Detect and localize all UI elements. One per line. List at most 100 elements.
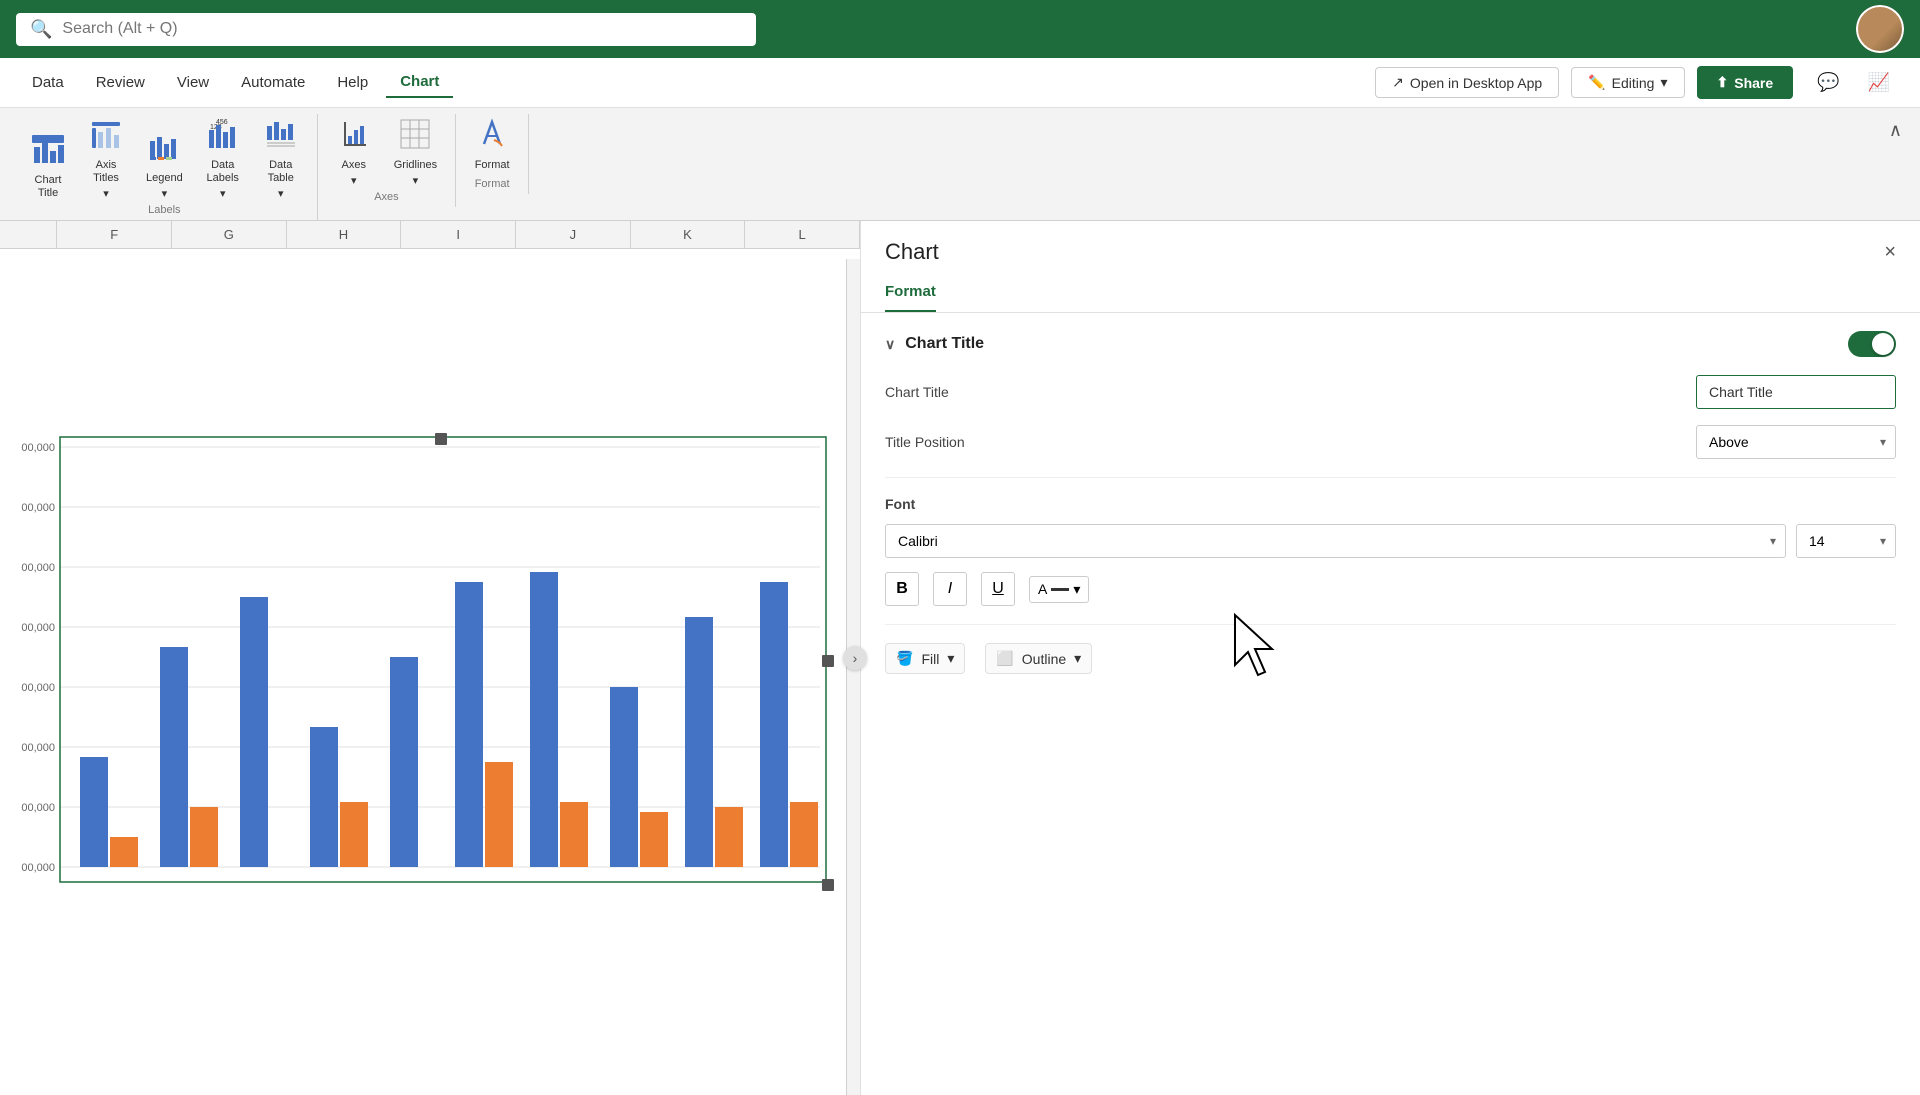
spreadsheet-area: F G H I J K L 00,000 00,000 — [0, 221, 1920, 1095]
share-button[interactable]: ⬆ Share — [1697, 66, 1794, 99]
open-desktop-icon: ↗ — [1392, 74, 1404, 91]
font-color-swatch — [1051, 588, 1069, 591]
data-labels-button[interactable]: 123 456 DataLabels ▾ — [197, 114, 249, 204]
search-icon: 🔍 — [30, 19, 52, 40]
font-size-select[interactable]: 10 11 12 14 16 18 — [1796, 524, 1896, 558]
format-button[interactable]: Format — [466, 114, 518, 176]
menu-item-data[interactable]: Data — [18, 68, 78, 97]
axis-titles-icon — [88, 118, 124, 157]
svg-text:00,000: 00,000 — [21, 802, 55, 814]
chart-title-button[interactable]: ChartTitle — [22, 129, 74, 204]
axes-group-label: Axes — [328, 191, 445, 207]
font-format-row: B I U A ▾ — [885, 572, 1896, 606]
open-desktop-button[interactable]: ↗ Open in Desktop App — [1375, 67, 1559, 98]
fill-row: 🪣 Fill ▾ ⬜ Outline ▾ — [885, 643, 1896, 674]
chart-title-field-label: Chart Title — [885, 384, 949, 400]
col-header-f[interactable]: F — [57, 221, 172, 248]
data-table-label: DataTable — [268, 159, 294, 185]
menu-item-view[interactable]: View — [163, 68, 223, 97]
gridlines-dropdown-icon: ▾ — [413, 174, 419, 187]
fill-chevron-icon: ▾ — [947, 650, 954, 667]
panel-title: Chart — [885, 239, 939, 265]
svg-text:00,000: 00,000 — [21, 862, 55, 874]
chart-scrollbar[interactable] — [846, 259, 860, 1095]
col-header-j[interactable]: J — [516, 221, 631, 248]
axis-titles-dropdown-icon: ▾ — [103, 187, 109, 200]
col-header-k[interactable]: K — [631, 221, 746, 248]
svg-text:00,000: 00,000 — [21, 742, 55, 754]
editing-button[interactable]: ✏️ Editing ▾ — [1571, 67, 1684, 98]
font-size-wrapper: 10 11 12 14 16 18 ▾ — [1796, 524, 1896, 558]
axes-button[interactable]: Axes ▾ — [328, 114, 380, 191]
legend-dropdown-icon: ▾ — [162, 187, 168, 200]
legend-button[interactable]: Legend ▾ — [138, 127, 191, 204]
menu-item-review[interactable]: Review — [82, 68, 159, 97]
data-labels-icon: 123 456 — [205, 118, 241, 157]
section-divider-1 — [885, 477, 1896, 478]
menu-item-chart[interactable]: Chart — [386, 67, 453, 98]
outline-button[interactable]: ⬜ Outline ▾ — [985, 643, 1092, 674]
chart-title-toggle[interactable] — [1848, 331, 1896, 357]
title-position-row: Title Position Above Below Overlay ▾ — [885, 425, 1896, 459]
axis-titles-button[interactable]: AxisTitles ▾ — [80, 114, 132, 204]
menu-item-automate[interactable]: Automate — [227, 68, 319, 97]
data-table-dropdown-icon: ▾ — [278, 187, 284, 200]
col-header-h[interactable]: H — [287, 221, 402, 248]
section-chevron-icon[interactable]: ∨ — [885, 336, 895, 353]
outline-label: Outline — [1022, 651, 1066, 667]
bold-button[interactable]: B — [885, 572, 919, 606]
underline-button[interactable]: U — [981, 572, 1015, 606]
data-labels-dropdown-icon: ▾ — [220, 187, 226, 200]
toggle-knob — [1872, 333, 1894, 355]
font-color-label: A — [1038, 581, 1047, 597]
italic-button[interactable]: I — [933, 572, 967, 606]
col-header-g[interactable]: G — [172, 221, 287, 248]
editing-pencil-icon: ✏️ — [1588, 74, 1605, 91]
format-icon — [474, 118, 510, 157]
font-family-select[interactable]: Calibri Arial Times New Roman Verdana — [885, 524, 1786, 558]
col-header-l[interactable]: L — [745, 221, 860, 248]
data-table-button[interactable]: DataTable ▾ — [255, 114, 307, 204]
chart-title-icon — [30, 133, 66, 172]
open-desktop-label: Open in Desktop App — [1410, 75, 1542, 91]
col-header-empty — [0, 221, 57, 248]
svg-text:00,000: 00,000 — [21, 562, 55, 574]
avatar[interactable] — [1856, 5, 1904, 53]
title-position-label: Title Position — [885, 434, 965, 450]
outline-chevron-icon: ▾ — [1074, 650, 1081, 667]
panel-close-button[interactable]: × — [1884, 241, 1896, 264]
editing-chevron-icon: ▾ — [1660, 74, 1667, 91]
comments-icon-button[interactable]: 💬 — [1805, 64, 1851, 101]
svg-text:00,000: 00,000 — [21, 682, 55, 694]
fill-label: Fill — [921, 651, 939, 667]
activity-icon-button[interactable]: 📈 — [1856, 64, 1902, 101]
search-input[interactable] — [62, 20, 742, 38]
menu-item-help[interactable]: Help — [323, 68, 382, 97]
svg-text:00,000: 00,000 — [21, 442, 55, 454]
font-color-button[interactable]: A ▾ — [1029, 576, 1089, 603]
ribbon-collapse-icon[interactable]: ∧ — [1883, 114, 1908, 147]
labels-group-label: Labels — [22, 204, 307, 220]
gridlines-button[interactable]: Gridlines ▾ — [386, 114, 445, 191]
column-headers: F G H I J K L — [0, 221, 860, 249]
ribbon-group-labels: ChartTitle AxisTitles ▾ — [12, 114, 318, 220]
section-divider-2 — [885, 624, 1896, 625]
ribbon: ChartTitle AxisTitles ▾ — [0, 108, 1920, 221]
col-header-i[interactable]: I — [401, 221, 516, 248]
search-box[interactable]: 🔍 — [16, 13, 756, 46]
fill-button[interactable]: 🪣 Fill ▾ — [885, 643, 965, 674]
axes-icon — [336, 118, 372, 157]
section-title: Chart Title — [905, 335, 984, 353]
font-row: Calibri Arial Times New Roman Verdana ▾ … — [885, 524, 1896, 558]
font-color-chevron-icon: ▾ — [1073, 581, 1080, 598]
chart-title-input[interactable] — [1696, 375, 1896, 409]
legend-icon — [146, 131, 182, 170]
format-label: Format — [475, 159, 510, 172]
panel-tabs: Format — [861, 273, 1920, 313]
tab-format[interactable]: Format — [885, 273, 936, 312]
chart-title-row: Chart Title — [885, 375, 1896, 409]
chart-canvas: 00,000 00,000 00,000 00,000 00,000 00,00… — [0, 259, 860, 1095]
data-labels-label: DataLabels — [207, 159, 239, 185]
panel-expand-button[interactable]: › — [843, 646, 867, 670]
title-position-select[interactable]: Above Below Overlay — [1696, 425, 1896, 459]
